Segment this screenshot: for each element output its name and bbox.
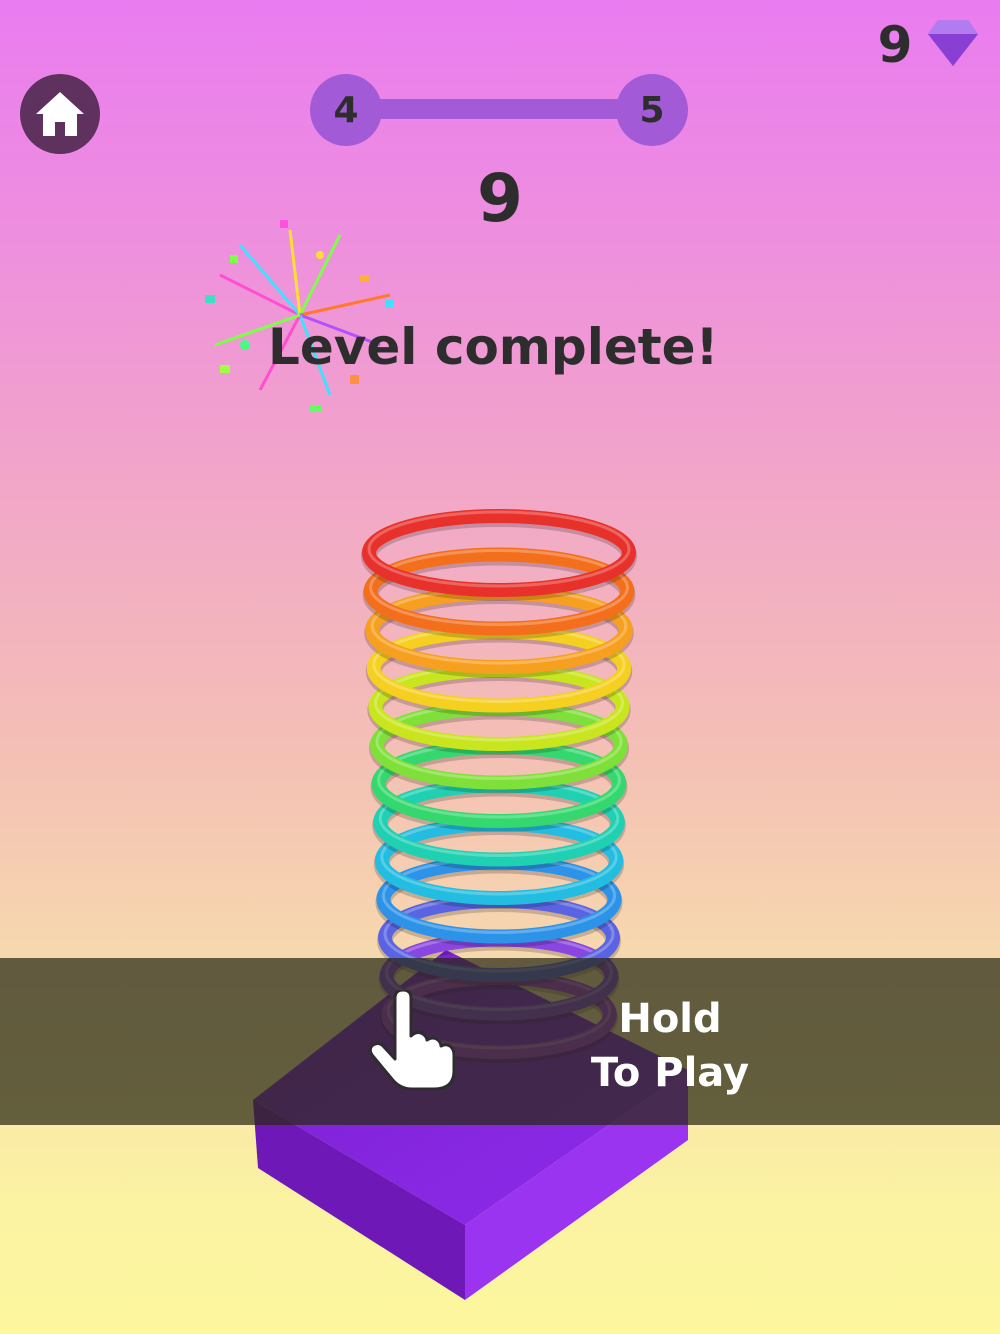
home-button[interactable]	[20, 74, 100, 154]
gem-count: 9	[877, 16, 913, 74]
to-play-label: To Play	[590, 1050, 750, 1096]
hold-to-play-overlay[interactable]	[0, 958, 1000, 1125]
home-icon	[36, 92, 84, 136]
level-complete-message: Level complete!	[268, 318, 719, 376]
current-level: 4	[310, 74, 382, 146]
diamond-icon	[928, 20, 978, 66]
next-level: 5	[616, 74, 688, 146]
hold-label: Hold	[618, 996, 722, 1042]
hold-to-play-text: Hold To Play	[570, 992, 770, 1100]
score: 9	[477, 160, 523, 237]
tap-hand-icon	[368, 990, 455, 1090]
level-progress-track	[350, 99, 648, 119]
level-progress-bar: 4 5	[310, 74, 688, 146]
